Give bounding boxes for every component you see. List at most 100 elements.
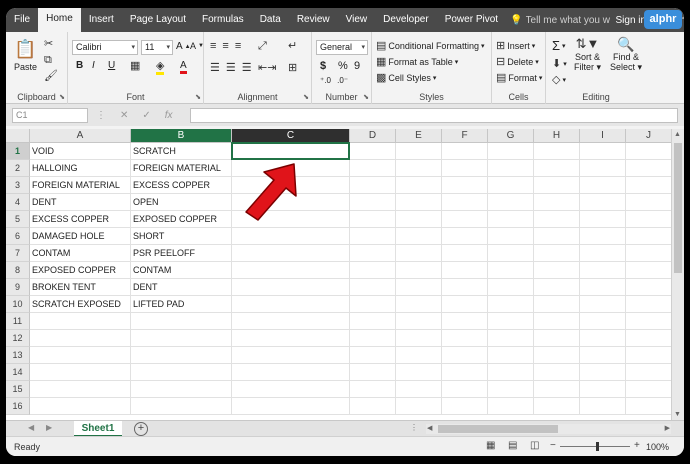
column-header-b[interactable]: B xyxy=(131,129,232,143)
tab-view[interactable]: View xyxy=(338,8,376,32)
cell-j6[interactable] xyxy=(626,228,671,245)
cell-j3[interactable] xyxy=(626,177,671,194)
row-header-12[interactable]: 12 xyxy=(6,330,30,347)
font-color-button[interactable]: A xyxy=(180,60,187,74)
cell-d14[interactable] xyxy=(350,364,396,381)
cell-d6[interactable] xyxy=(350,228,396,245)
cell-a6[interactable]: DAMAGED HOLE xyxy=(30,228,131,245)
cell-g12[interactable] xyxy=(488,330,534,347)
cell-g4[interactable] xyxy=(488,194,534,211)
cell-f16[interactable] xyxy=(442,398,488,415)
cell-g9[interactable] xyxy=(488,279,534,296)
cell-f6[interactable] xyxy=(442,228,488,245)
dialog-launcher-icon[interactable]: ⬊ xyxy=(195,93,201,101)
tab-file[interactable]: File xyxy=(6,8,38,32)
cell-d5[interactable] xyxy=(350,211,396,228)
dialog-launcher-icon[interactable]: ⬊ xyxy=(59,93,65,101)
cell-b3[interactable]: EXCESS COPPER xyxy=(131,177,232,194)
cell-g7[interactable] xyxy=(488,245,534,262)
row-header-14[interactable]: 14 xyxy=(6,364,30,381)
delete-button[interactable]: ⊟ Delete ▾ xyxy=(496,56,539,68)
cell-f13[interactable] xyxy=(442,347,488,364)
cell-c11[interactable] xyxy=(232,313,350,330)
tab-split-icon[interactable]: ⋮ xyxy=(410,423,418,432)
cut-button[interactable]: ✂ xyxy=(44,38,53,50)
cell-f10[interactable] xyxy=(442,296,488,313)
cell-b1[interactable]: SCRATCH xyxy=(131,143,232,160)
cell-j16[interactable] xyxy=(626,398,671,415)
row-header-16[interactable]: 16 xyxy=(6,398,30,415)
cell-b9[interactable]: DENT xyxy=(131,279,232,296)
shrink-font-button[interactable]: A ▼ xyxy=(190,41,204,51)
row-header-5[interactable]: 5 xyxy=(6,211,30,228)
row-header-9[interactable]: 9 xyxy=(6,279,30,296)
cell-d1[interactable] xyxy=(350,143,396,160)
italic-button[interactable]: I xyxy=(92,60,95,71)
cell-c14[interactable] xyxy=(232,364,350,381)
cell-j13[interactable] xyxy=(626,347,671,364)
cell-j4[interactable] xyxy=(626,194,671,211)
cell-j9[interactable] xyxy=(626,279,671,296)
vertical-scroll-thumb[interactable] xyxy=(674,143,682,273)
sort-filter-button[interactable]: ⇅▼ Sort & Filter ▾ xyxy=(574,36,601,73)
cell-h6[interactable] xyxy=(534,228,580,245)
dialog-launcher-icon[interactable]: ⬊ xyxy=(363,93,369,101)
comma-button[interactable]: 9 xyxy=(354,60,360,72)
page-break-view-icon[interactable]: ◫ xyxy=(530,440,539,451)
cell-h7[interactable] xyxy=(534,245,580,262)
underline-button[interactable]: U xyxy=(108,60,115,71)
cell-b4[interactable]: OPEN xyxy=(131,194,232,211)
format-as-table-button[interactable]: ▦ Format as Table ▾ xyxy=(376,56,458,68)
cell-i1[interactable] xyxy=(580,143,626,160)
autosum-button[interactable]: Σ ▾ xyxy=(552,38,566,53)
cell-b14[interactable] xyxy=(131,364,232,381)
cell-a16[interactable] xyxy=(30,398,131,415)
column-header-g[interactable]: G xyxy=(488,129,534,143)
cell-f9[interactable] xyxy=(442,279,488,296)
cell-c9[interactable] xyxy=(232,279,350,296)
cell-f7[interactable] xyxy=(442,245,488,262)
add-sheet-button[interactable]: + xyxy=(134,422,148,436)
cell-e13[interactable] xyxy=(396,347,442,364)
bold-button[interactable]: B xyxy=(76,60,83,71)
cell-d10[interactable] xyxy=(350,296,396,313)
zoom-slider-knob[interactable] xyxy=(596,442,599,451)
row-header-2[interactable]: 2 xyxy=(6,160,30,177)
cell-h13[interactable] xyxy=(534,347,580,364)
horizontal-scrollbar[interactable]: ◀ ▶ xyxy=(426,424,671,434)
cell-b12[interactable] xyxy=(131,330,232,347)
zoom-level[interactable]: 100% xyxy=(646,442,669,452)
cell-f5[interactable] xyxy=(442,211,488,228)
row-header-11[interactable]: 11 xyxy=(6,313,30,330)
cell-d11[interactable] xyxy=(350,313,396,330)
cell-d3[interactable] xyxy=(350,177,396,194)
scroll-down-icon[interactable]: ▼ xyxy=(674,411,681,418)
dialog-launcher-icon[interactable]: ⬊ xyxy=(303,93,309,101)
cell-i11[interactable] xyxy=(580,313,626,330)
column-header-i[interactable]: I xyxy=(580,129,626,143)
column-header-d[interactable]: D xyxy=(350,129,396,143)
cell-g15[interactable] xyxy=(488,381,534,398)
cell-g13[interactable] xyxy=(488,347,534,364)
borders-button[interactable]: ▦ xyxy=(130,60,140,72)
horizontal-scroll-thumb[interactable] xyxy=(438,425,558,433)
cell-i5[interactable] xyxy=(580,211,626,228)
cell-g16[interactable] xyxy=(488,398,534,415)
cell-d7[interactable] xyxy=(350,245,396,262)
scroll-right-icon[interactable]: ▶ xyxy=(665,424,670,432)
normal-view-icon[interactable]: ▦ xyxy=(486,440,495,451)
conditional-formatting-button[interactable]: ▤ Conditional Formatting ▾ xyxy=(376,40,484,52)
cell-d16[interactable] xyxy=(350,398,396,415)
find-select-button[interactable]: 🔍 Find & Select ▾ xyxy=(610,36,642,73)
column-header-c[interactable]: C xyxy=(232,129,350,143)
cell-b11[interactable] xyxy=(131,313,232,330)
cell-f14[interactable] xyxy=(442,364,488,381)
row-header-4[interactable]: 4 xyxy=(6,194,30,211)
cell-b5[interactable]: EXPOSED COPPER xyxy=(131,211,232,228)
cell-j12[interactable] xyxy=(626,330,671,347)
cell-styles-button[interactable]: ▩ Cell Styles ▾ xyxy=(376,72,436,84)
cell-e9[interactable] xyxy=(396,279,442,296)
cell-j10[interactable] xyxy=(626,296,671,313)
wrap-text-button[interactable]: ↵ xyxy=(288,40,297,52)
tab-formulas[interactable]: Formulas xyxy=(194,8,252,32)
